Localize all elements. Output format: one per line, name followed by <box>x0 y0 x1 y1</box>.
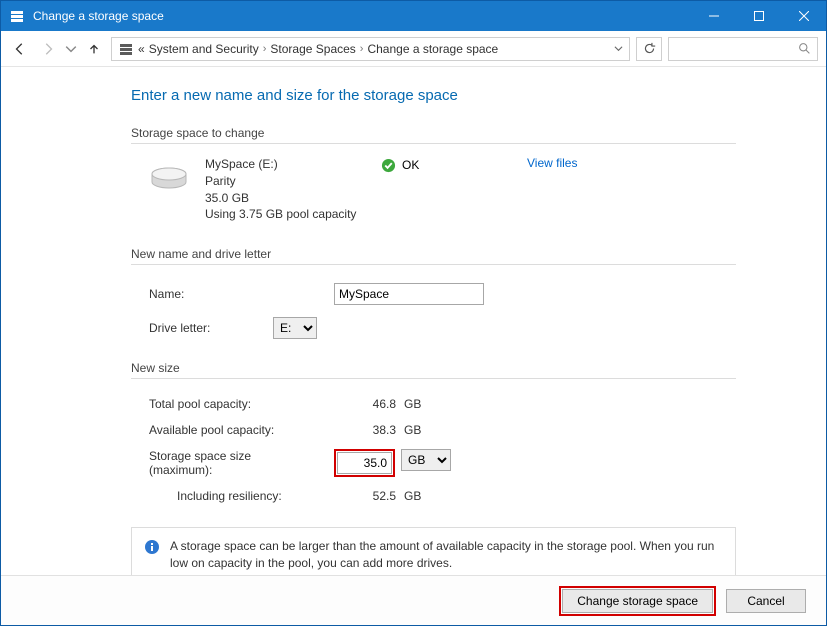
breadcrumb-item[interactable]: Storage Spaces <box>270 42 355 56</box>
section-new-size: New size <box>131 361 736 379</box>
resiliency-value: 52.5 <box>334 489 404 503</box>
breadcrumb-item[interactable]: System and Security <box>149 42 259 56</box>
title-bar: Change a storage space <box>1 1 826 31</box>
highlight-primary-button: Change storage space <box>559 586 716 616</box>
space-name: MySpace (E:) <box>205 156 365 173</box>
drive-letter-select[interactable]: E: <box>273 317 317 339</box>
close-button[interactable] <box>781 1 826 31</box>
status-text: OK <box>402 158 419 172</box>
search-icon <box>798 42 811 55</box>
space-usage: Using 3.75 GB pool capacity <box>205 206 365 223</box>
refresh-button[interactable] <box>636 37 662 61</box>
forward-button[interactable] <box>37 37 59 61</box>
gb-unit: GB <box>404 489 444 503</box>
section-space-to-change: Storage space to change <box>131 126 736 144</box>
change-storage-space-button[interactable]: Change storage space <box>562 589 713 613</box>
storage-size-label: Storage space size(maximum): <box>149 449 334 477</box>
address-dropdown-icon[interactable] <box>614 42 623 56</box>
search-box[interactable] <box>668 37 818 61</box>
nav-bar: « System and Security › Storage Spaces ›… <box>1 31 826 67</box>
space-size: 35.0 GB <box>205 190 365 207</box>
name-label: Name: <box>149 287 334 301</box>
drive-stack-icon <box>118 41 134 57</box>
breadcrumb-item[interactable]: Change a storage space <box>367 42 498 56</box>
drive-letter-label: Drive letter: <box>149 321 273 335</box>
chevron-right-icon: › <box>263 43 267 55</box>
ok-check-icon <box>381 158 396 173</box>
page-heading: Enter a new name and size for the storag… <box>131 87 736 104</box>
available-capacity-value: 38.3 <box>334 423 404 437</box>
breadcrumb-prefix: « <box>138 42 145 56</box>
resiliency-label: Including resiliency: <box>177 489 334 503</box>
storage-space-info: MySpace (E:) Parity 35.0 GB Using 3.75 G… <box>131 156 736 223</box>
hard-drive-icon <box>149 156 189 192</box>
footer-bar: Change storage space Cancel <box>1 575 826 625</box>
size-unit-select[interactable]: GB <box>401 449 451 471</box>
minimize-button[interactable] <box>691 1 736 31</box>
info-icon <box>144 539 160 555</box>
space-type: Parity <box>205 173 365 190</box>
total-capacity-label: Total pool capacity: <box>149 397 334 411</box>
info-text: A storage space can be larger than the a… <box>170 538 723 572</box>
app-icon <box>9 8 25 24</box>
up-button[interactable] <box>83 37 105 61</box>
window-title: Change a storage space <box>33 9 164 23</box>
available-capacity-label: Available pool capacity: <box>149 423 334 437</box>
recent-dropdown[interactable] <box>65 37 77 61</box>
view-files-link[interactable]: View files <box>527 156 577 170</box>
info-note: A storage space can be larger than the a… <box>131 527 736 575</box>
content-area: Enter a new name and size for the storag… <box>1 67 826 575</box>
storage-size-input[interactable] <box>337 452 392 474</box>
back-button[interactable] <box>9 37 31 61</box>
gb-unit: GB <box>404 423 444 437</box>
highlight-size-input <box>334 449 395 477</box>
total-capacity-value: 46.8 <box>334 397 404 411</box>
gb-unit: GB <box>404 397 444 411</box>
name-input[interactable] <box>334 283 484 305</box>
maximize-button[interactable] <box>736 1 781 31</box>
address-bar[interactable]: « System and Security › Storage Spaces ›… <box>111 37 630 61</box>
chevron-right-icon: › <box>360 43 364 55</box>
section-new-name: New name and drive letter <box>131 247 736 265</box>
cancel-button[interactable]: Cancel <box>726 589 806 613</box>
